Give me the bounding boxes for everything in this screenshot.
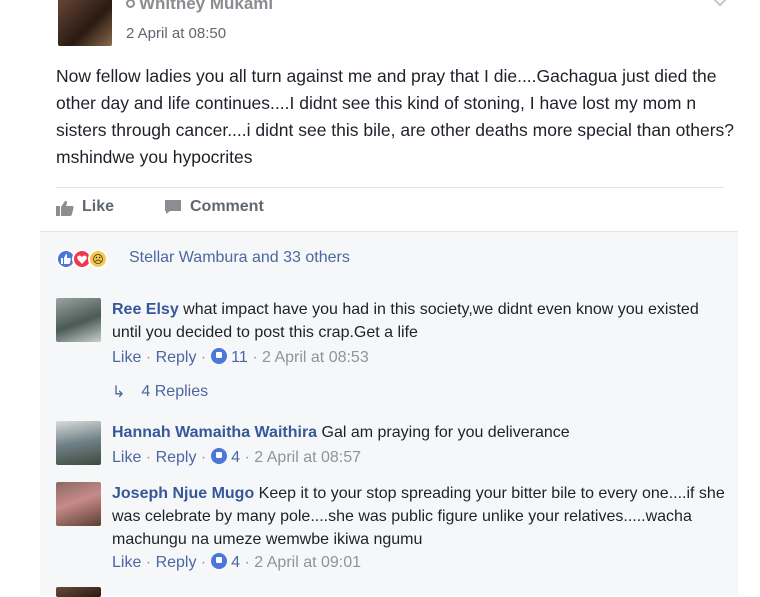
comment-text: Ree Elsy what impact have you had in thi…: [112, 298, 732, 344]
divider: [56, 187, 724, 188]
comment-icon: [164, 199, 182, 215]
comment-meta: Like · Reply · 4 · 2 April at 09:01: [112, 553, 362, 571]
comment-like-count[interactable]: 11: [231, 349, 248, 366]
author-name-text[interactable]: Whitney Mukami: [139, 0, 273, 13]
like-label: Like: [82, 198, 115, 215]
commenter-avatar[interactable]: [56, 587, 101, 597]
sad-reaction-icon: ☹: [88, 249, 108, 269]
commenter-avatar[interactable]: [56, 298, 101, 342]
comment-like-link[interactable]: Like: [112, 349, 141, 366]
replies-count[interactable]: 4 Replies: [141, 383, 208, 401]
chevron-down-icon[interactable]: [711, 0, 729, 7]
comment-like-link[interactable]: Like: [112, 449, 141, 466]
comment-time[interactable]: 2 April at 08:57: [254, 449, 361, 466]
comment-text: Hannah Wamaitha Waithira Gal am praying …: [112, 421, 732, 444]
reactions-summary[interactable]: Stellar Wambura and 33 others: [129, 249, 350, 267]
comments-section: ☹ Stellar Wambura and 33 others Ree Elsy…: [40, 231, 738, 597]
commenter-avatar[interactable]: [56, 421, 101, 465]
comment-button[interactable]: Comment: [164, 198, 264, 216]
post-text: Now fellow ladies you all turn against m…: [56, 66, 735, 167]
comment-reply-link[interactable]: Reply: [156, 554, 197, 571]
comment-time[interactable]: 2 April at 09:01: [254, 554, 361, 571]
comment-like-link[interactable]: Like: [112, 554, 141, 571]
comment-like-count[interactable]: 4: [231, 554, 240, 571]
post-card: Whitney Mukami 2 April at 08:50 Now fell…: [40, 0, 740, 597]
author-avatar[interactable]: [58, 0, 112, 46]
verified-icon: [126, 0, 135, 8]
reply-arrow-icon: ↳: [112, 384, 126, 401]
comment-text: Joseph Njue Mugo Keep it to your stop sp…: [112, 482, 732, 551]
commenter-name[interactable]: Joseph Njue Mugo: [112, 485, 254, 502]
comment-body: Gal am praying for you deliverance: [317, 424, 570, 441]
commenter-name[interactable]: Hannah Wamaitha Waithira: [112, 424, 317, 441]
view-replies-link[interactable]: ↳ 4 Replies: [112, 382, 208, 402]
commenter-avatar[interactable]: [56, 482, 101, 526]
thumbs-up-icon: [56, 200, 74, 216]
comment-body: what impact have you had in this society…: [112, 301, 699, 341]
like-count-icon: [210, 348, 227, 364]
like-count-icon: [210, 553, 227, 569]
comment-reply-link[interactable]: Reply: [156, 349, 197, 366]
reaction-icons[interactable]: ☹: [56, 249, 108, 269]
author-name[interactable]: Whitney Mukami: [126, 0, 273, 14]
commenter-name[interactable]: Ree Elsy: [112, 301, 179, 318]
comment-label: Comment: [190, 198, 264, 215]
comment-reply-link[interactable]: Reply: [156, 449, 197, 466]
post-timestamp[interactable]: 2 April at 08:50: [126, 25, 226, 42]
like-count-icon: [210, 448, 227, 464]
comment-meta: Like · Reply · 4 · 2 April at 08:57: [112, 448, 362, 466]
like-button[interactable]: Like: [56, 198, 114, 216]
comment-time[interactable]: 2 April at 08:53: [262, 349, 369, 366]
comment-like-count[interactable]: 4: [231, 449, 240, 466]
comment-meta: Like · Reply · 11 · 2 April at 08:53: [112, 348, 369, 366]
